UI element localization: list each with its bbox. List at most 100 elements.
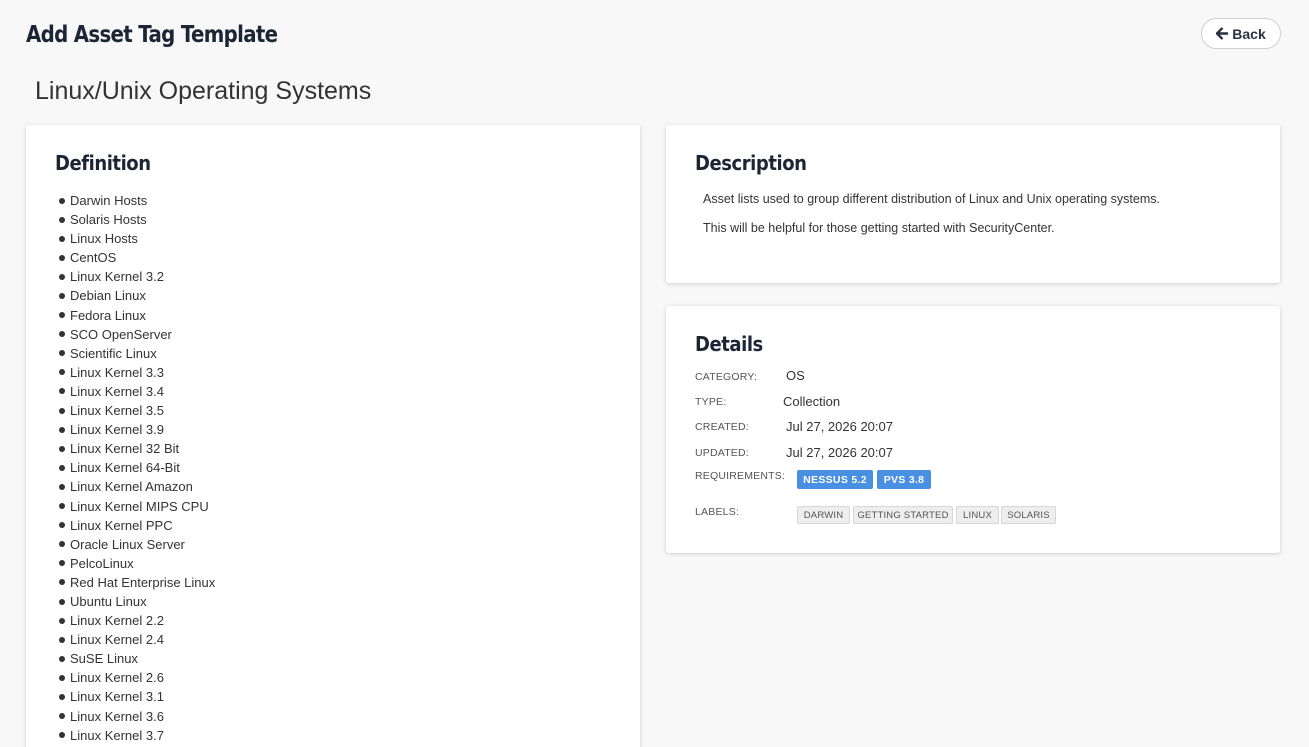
bullet-icon [59,197,65,204]
list-item: Linux Kernel 2.2 [59,611,215,630]
page: Add Asset Tag Template Back Linux/Unix O… [0,0,1309,747]
list-item: Linux Kernel Amazon [59,477,215,496]
bullet-icon [59,216,65,223]
list-item: Scientific Linux [59,344,215,363]
requirements-label: REQUIREMENTS: [695,470,786,482]
list-item: Oracle Linux Server [59,535,215,554]
list-item: Linux Kernel 3.2 [59,267,215,286]
list-item: Linux Kernel 3.5 [59,401,215,420]
list-item: Linux Kernel 3.9 [59,420,215,439]
updated-value: Jul 27, 2026 20:07 [786,445,893,460]
category-value: OS [786,368,805,383]
page-title: Add Asset Tag Template [26,22,278,48]
bullet-icon [59,636,65,643]
details-card: Details CATEGORY: OS TYPE: Collection CR… [666,306,1280,553]
bullet-icon [59,350,65,357]
details-heading: Details [695,332,763,356]
description-card: Description Asset lists used to group di… [666,125,1280,283]
list-item: Linux Kernel 32 Bit [59,439,215,458]
list-item-label: Linux Kernel 3.7 [70,727,164,743]
definition-heading: Definition [55,151,151,175]
requirement-badge: NESSUS 5.2 [797,470,873,489]
list-item-label: Linux Kernel 3.2 [70,269,164,285]
list-item-label: Linux Kernel 32 Bit [70,441,180,457]
label-chip[interactable]: SOLARIS [1001,506,1056,524]
bullet-icon [59,483,65,490]
created-value: Jul 27, 2026 20:07 [786,419,893,434]
list-item-label: Linux Kernel 3.5 [70,403,164,419]
requirement-badge: PVS 3.8 [877,470,931,489]
list-item-label: Solaris Hosts [70,212,147,228]
list-item: Solaris Hosts [59,210,215,229]
bullet-icon [59,541,65,548]
bullet-icon [59,464,65,471]
list-item-label: Linux Kernel 3.9 [70,422,164,438]
list-item: Fedora Linux [59,306,215,325]
list-item-label: Darwin Hosts [70,193,148,208]
list-item-label: Linux Kernel 3.4 [70,383,164,399]
list-item-label: Fedora Linux [70,307,146,323]
bullet-icon [59,522,65,529]
label-chip[interactable]: LINUX [956,506,999,524]
label-chip[interactable]: GETTING STARTED [853,506,953,524]
list-item-label: SCO OpenServer [70,326,172,342]
list-item: Red Hat Enterprise Linux [59,573,215,592]
list-item: Linux Kernel 3.7 [59,726,215,745]
list-item-label: Linux Kernel PPC [70,517,173,533]
list-item: Linux Kernel 3.6 [59,707,215,726]
back-button[interactable]: Back [1201,18,1281,49]
bullet-icon [59,312,65,319]
list-item-label: Linux Kernel MIPS CPU [70,498,209,514]
list-item-label: Linux Kernel 2.6 [70,670,164,686]
created-label: CREATED: [695,421,749,433]
list-item-label: Red Hat Enterprise Linux [70,574,216,590]
list-item-label: Linux Kernel 3.3 [70,364,164,380]
bullet-icon [59,426,65,433]
bullet-icon [59,407,65,414]
list-item: Linux Kernel 2.6 [59,668,215,687]
description-line-1: Asset lists used to group different dist… [703,192,1160,206]
list-item: SCO OpenServer [59,325,215,344]
list-item: Linux Kernel MIPS CPU [59,497,215,516]
bullet-icon [59,560,65,567]
list-item: CentOS [59,248,215,267]
description-heading: Description [695,151,807,175]
list-item-label: Linux Kernel 3.6 [70,708,164,724]
back-button-label: Back [1232,25,1266,42]
bullet-icon [59,655,65,662]
list-item-label: Linux Kernel 2.2 [70,613,164,629]
label-chip[interactable]: DARWIN [797,506,850,524]
updated-label: UPDATED: [695,447,749,459]
list-item-label: Linux Kernel Amazon [70,479,193,495]
bullet-icon [59,369,65,376]
definition-card: Definition Darwin Hosts Solaris Hosts Li… [26,125,640,747]
bullet-icon [59,598,65,605]
bullet-icon [59,273,65,280]
list-item: Linux Kernel 3.3 [59,363,215,382]
list-item-label: CentOS [70,250,117,266]
list-item: PelcoLinux [59,554,215,573]
category-label: CATEGORY: [695,371,758,383]
list-item-label: SuSE Linux [70,651,138,667]
list-item-label: Oracle Linux Server [70,536,185,552]
list-item: Linux Kernel 3.1 [59,687,215,706]
template-name: Linux/Unix Operating Systems [35,77,372,105]
list-item: Linux Kernel PPC [59,516,215,535]
list-item: Linux Kernel 64-Bit [59,458,215,477]
list-item-label: Linux Kernel 2.4 [70,632,164,648]
bullet-icon [59,293,65,300]
bullet-icon [59,235,65,242]
definition-list: Darwin Hosts Solaris Hosts Linux Hosts C… [59,191,215,745]
bullet-icon [59,579,65,586]
list-item: Linux Kernel 2.4 [59,630,215,649]
bullet-icon [59,732,65,739]
list-item: Linux Kernel 3.4 [59,382,215,401]
list-item: Darwin Hosts [59,191,215,210]
list-item-label: PelcoLinux [70,555,134,571]
list-item: Ubuntu Linux [59,592,215,611]
arrow-left-icon [1216,27,1229,40]
list-item-label: Linux Kernel 3.1 [70,689,164,705]
bullet-icon [59,617,65,624]
list-item-label: Debian Linux [70,288,146,304]
bullet-icon [59,674,65,681]
